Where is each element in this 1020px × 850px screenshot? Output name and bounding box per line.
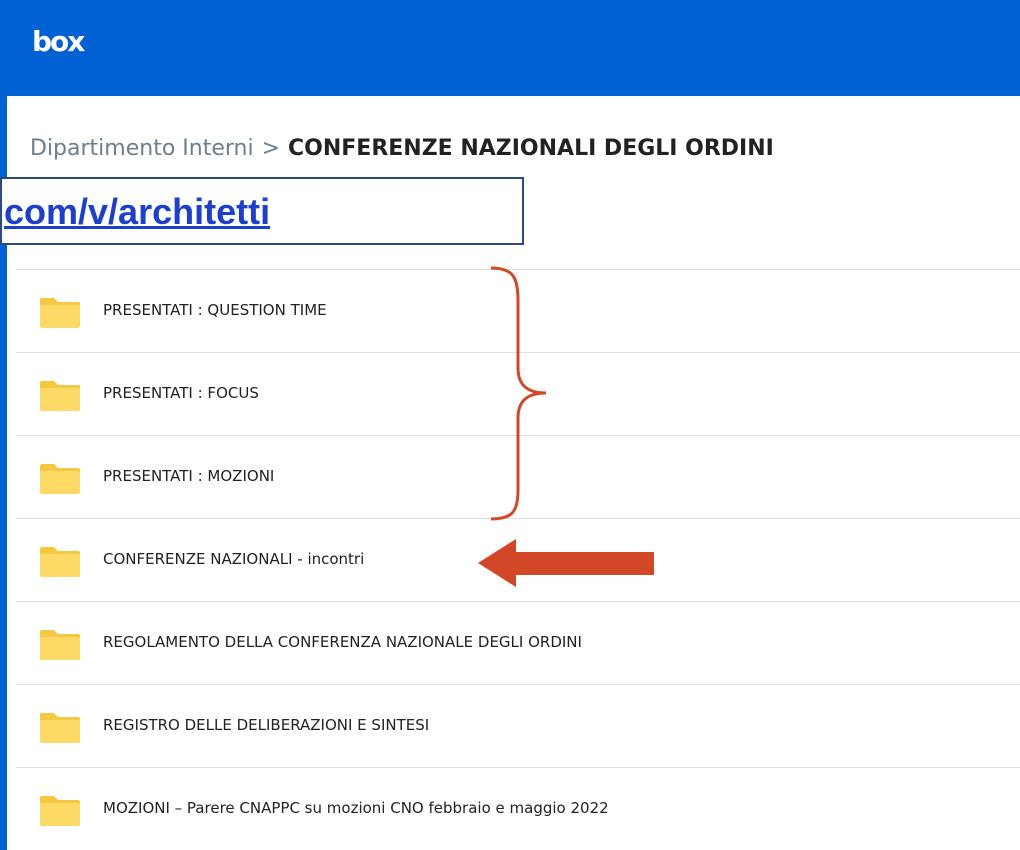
folder-name[interactable]: REGOLAMENTO DELLA CONFERENZA NAZIONALE D… [103,633,582,651]
folder-name[interactable]: PRESENTATI : FOCUS [103,384,259,402]
breadcrumb-separator-icon: > [261,136,281,161]
folder-row[interactable]: REGISTRO DELLE DELIBERAZIONI E SINTESI [16,685,1020,768]
box-folder-page: box Dipartimento Interni > CONFERENZE NAZI… [0,0,1020,850]
folder-row[interactable]: PRESENTATI : MOZIONI [16,436,1020,519]
folder-icon [40,464,80,494]
folder-row[interactable]: MOZIONI – Parere CNAPPC su mozioni CNO f… [16,768,1020,850]
folder-list: PRESENTATI : QUESTION TIME PRESENTATI : … [16,269,1020,850]
folder-icon [40,547,80,577]
folder-icon [40,298,80,328]
folder-row[interactable]: PRESENTATI : FOCUS [16,353,1020,436]
left-edge-bar [0,0,7,850]
folder-name[interactable]: REGISTRO DELLE DELIBERAZIONI E SINTESI [103,716,429,734]
box-logo[interactable]: box [32,28,85,56]
folder-row[interactable]: CONFERENZE NAZIONALI - incontri [16,519,1020,602]
folder-name[interactable]: PRESENTATI : MOZIONI [103,467,274,485]
folder-row[interactable]: REGOLAMENTO DELLA CONFERENZA NAZIONALE D… [16,602,1020,685]
url-banner-link[interactable]: com/v/architetti [4,191,270,233]
breadcrumb: Dipartimento Interni > CONFERENZE NAZIONAL… [30,136,774,161]
folder-icon [40,381,80,411]
folder-row[interactable]: PRESENTATI : QUESTION TIME [16,270,1020,353]
url-banner: com/v/architetti [0,177,524,245]
breadcrumb-parent-link[interactable]: Dipartimento Interni [30,136,254,161]
breadcrumb-current-folder: CONFERENZE NAZIONALI DEGLI ORDINI [288,136,774,161]
folder-name[interactable]: MOZIONI – Parere CNAPPC su mozioni CNO f… [103,799,609,817]
folder-name[interactable]: PRESENTATI : QUESTION TIME [103,301,327,319]
top-nav-bar: box [0,0,1020,96]
folder-name[interactable]: CONFERENZE NAZIONALI - incontri [103,550,364,568]
folder-icon [40,713,80,743]
folder-icon [40,630,80,660]
folder-icon [40,796,80,826]
